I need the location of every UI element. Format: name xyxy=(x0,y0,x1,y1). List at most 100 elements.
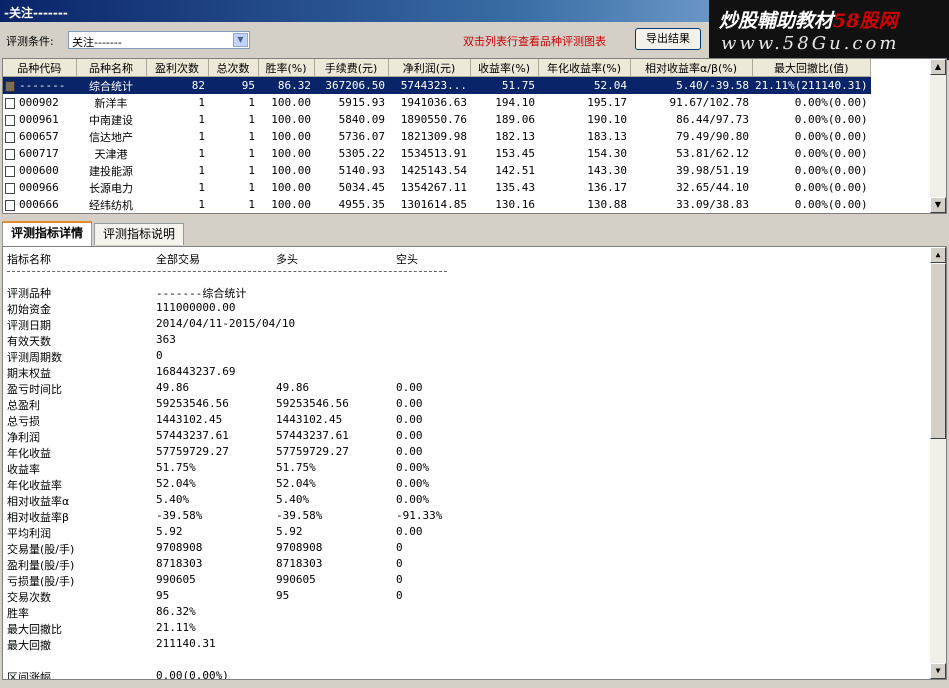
table-cell: 100.00 xyxy=(271,113,311,126)
table-cell: 1 xyxy=(198,130,205,143)
detail-row: 净利润 57443237.61 57443237.61 0.00 xyxy=(3,427,927,444)
cell-code-text: 000666 xyxy=(19,198,59,211)
column-header[interactable]: 盈利次数 xyxy=(146,59,209,77)
column-header[interactable]: 最大回撤比(值) xyxy=(752,59,872,77)
column-header[interactable]: 相对收益率α/β(%) xyxy=(630,59,753,77)
table-cell: 79.49/90.80 xyxy=(676,130,749,143)
scroll-up-icon[interactable]: ▲ xyxy=(930,247,946,263)
metric-value: 57443237.61 xyxy=(276,429,349,442)
row-checkbox-icon[interactable] xyxy=(5,80,15,92)
table-row[interactable]: ------- 综合统计 82 95 86.32 367206.50 5744323... 5… xyxy=(3,76,871,94)
table-cell: 0.00%(0.00) xyxy=(794,181,868,194)
table-cell: 1 xyxy=(198,181,205,194)
table-cell: 0.00%(0.00) xyxy=(794,96,868,109)
table-cell: 1 xyxy=(198,96,205,109)
cell-code-text: ------- xyxy=(19,79,66,92)
condition-select[interactable]: 关注------- ▼ xyxy=(68,31,250,49)
table-cell: 1 xyxy=(198,164,205,177)
table-cell: 1354267.11 xyxy=(400,181,467,194)
detail-header-short: 空头 xyxy=(396,253,418,266)
table-cell: 1 xyxy=(248,147,255,160)
table-cell: 1 xyxy=(248,198,255,211)
scroll-down-icon[interactable]: ▼ xyxy=(930,663,946,679)
row-checkbox-icon[interactable] xyxy=(5,165,15,177)
detail-row: 盈利量(股/手) 8718303 8718303 0 xyxy=(3,555,927,572)
row-checkbox-icon[interactable] xyxy=(5,114,15,126)
metric-value: 990605 xyxy=(156,573,196,586)
hint-text: 双击列表行查看品种评测图表 xyxy=(463,35,606,48)
cell-code: 000966 xyxy=(3,179,76,196)
column-header[interactable]: 总次数 xyxy=(208,59,259,77)
detail-row: 评测品种 -------综合统计 xyxy=(3,283,927,300)
column-header[interactable]: 净利润(元) xyxy=(388,59,471,77)
scroll-thumb[interactable] xyxy=(930,263,946,439)
metric-value: 57759729.27 xyxy=(156,445,229,458)
column-header[interactable]: 手续费(元) xyxy=(314,59,389,77)
detail-row: 期末权益 168443237.69 xyxy=(3,363,927,380)
metric-value: 95 xyxy=(156,589,170,602)
grid-scrollbar[interactable]: ▲ ▼ xyxy=(930,59,946,213)
column-header[interactable]: 胜率(%) xyxy=(258,59,315,77)
row-checkbox-icon[interactable] xyxy=(5,182,15,194)
results-grid: 品种代码 品种名称 盈利次数 总次数 胜率(%) 手续费(元) 净利润(元) 收益率(%) 年化… xyxy=(2,58,947,214)
metric-value: -39.58% xyxy=(276,509,323,522)
toolbar: 评测条件: 关注------- ▼ 双击列表行查看品种评测图表 导出结果 xyxy=(0,22,949,58)
row-checkbox-icon[interactable] xyxy=(5,148,15,160)
table-cell: 100.00 xyxy=(271,130,311,143)
detail-row: 评测日期 2014/04/11-2015/04/10 xyxy=(3,315,927,332)
tab-indicator-details[interactable]: 评测指标详情 xyxy=(2,221,93,246)
table-row[interactable]: 000902 新洋丰 1 1 100.00 5915.93 1941036.63 194.10… xyxy=(3,94,871,111)
scroll-up-icon[interactable]: ▲ xyxy=(930,59,946,75)
metric-value: 111000000.00 xyxy=(156,301,236,314)
export-button[interactable]: 导出结果 xyxy=(635,28,701,50)
metric-value: 0.00% xyxy=(396,493,430,506)
cell-code: 000600 xyxy=(3,162,76,179)
table-row[interactable]: 000666 经纬纺机 1 1 100.00 4955.35 1301614.85 130.1… xyxy=(3,196,871,213)
metric-value: 990605 xyxy=(276,573,316,586)
metric-value: 86.32% xyxy=(156,605,196,618)
table-cell: 新洋丰 xyxy=(94,96,128,110)
table-row[interactable]: 000961 中南建设 1 1 100.00 5840.09 1890550.76 189.0… xyxy=(3,111,871,128)
detail-header-name: 指标名称 xyxy=(7,253,51,266)
table-cell: 194.10 xyxy=(495,96,535,109)
metric-value: 5.92 xyxy=(276,525,303,538)
column-header[interactable]: 品种名称 xyxy=(76,59,147,77)
chevron-down-icon[interactable]: ▼ xyxy=(233,33,248,47)
metric-value: -39.58% xyxy=(156,509,203,522)
table-body: ------- 综合统计 82 95 86.32 367206.50 5744323... 5… xyxy=(3,76,871,214)
table-cell: 195.17 xyxy=(587,96,627,109)
metric-value: 57443237.61 xyxy=(156,429,229,442)
table-row[interactable]: 600717 天津港 1 1 100.00 5305.22 1534513.91 153.45… xyxy=(3,145,871,162)
table-cell: 天津港 xyxy=(94,147,128,161)
metric-value: 0 xyxy=(396,557,403,570)
condition-label: 评测条件: xyxy=(6,35,54,48)
cell-code: 000961 xyxy=(3,111,76,128)
metric-value: 21.11% xyxy=(156,621,196,634)
table-cell: 1890550.76 xyxy=(400,113,467,126)
table-row[interactable]: 600657 信达地产 1 1 100.00 5736.07 1821309.98 182.1… xyxy=(3,128,871,145)
tab-indicator-explanation[interactable]: 评测指标说明 xyxy=(94,223,185,245)
column-header[interactable]: 年化收益率(%) xyxy=(538,59,631,77)
table-cell: 5140.93 xyxy=(338,164,385,177)
row-checkbox-icon[interactable] xyxy=(5,199,15,211)
metric-value: -91.33% xyxy=(396,509,443,522)
cell-code: 600717 xyxy=(3,145,76,162)
table-cell: 182.13 xyxy=(495,130,535,143)
column-header[interactable]: 品种代码 xyxy=(3,59,77,77)
metric-value: 51.75% xyxy=(276,461,316,474)
metric-value: 0.00% xyxy=(396,477,430,490)
metric-value: 1443102.45 xyxy=(276,413,343,426)
row-checkbox-icon[interactable] xyxy=(5,131,15,143)
row-checkbox-icon[interactable] xyxy=(5,97,15,109)
detail-row: 总盈利 59253546.56 59253546.56 0.00 xyxy=(3,395,927,412)
column-header[interactable]: 收益率(%) xyxy=(470,59,539,77)
detail-row: 最大回撤 211140.31 xyxy=(3,635,927,652)
metric-value: 363 xyxy=(156,333,176,346)
table-cell: 95 xyxy=(208,76,258,94)
table-row[interactable]: 000600 建投能源 1 1 100.00 5140.93 1425143.54 142.5… xyxy=(3,162,871,179)
metric-value: 0.00(0.00%) xyxy=(156,669,229,680)
detail-row: 交易量(股/手) 9708908 9708908 0 xyxy=(3,539,927,556)
scroll-down-icon[interactable]: ▼ xyxy=(930,197,946,213)
table-row[interactable]: 000966 长源电力 1 1 100.00 5034.45 1354267.11 135.4… xyxy=(3,179,871,196)
detail-scrollbar[interactable]: ▲ ▼ xyxy=(930,247,946,679)
